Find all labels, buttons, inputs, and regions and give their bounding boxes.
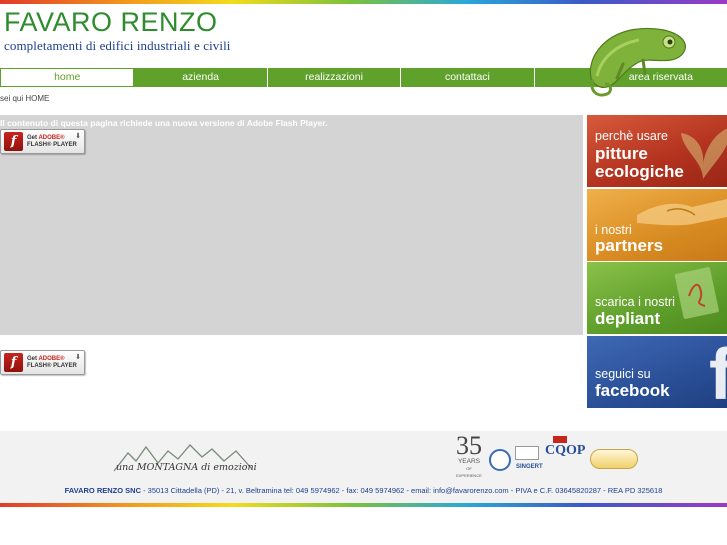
get-flash-player-button-2[interactable]: f Get ADOBE® FLASH® PLAYER ⬇ (0, 350, 85, 375)
footer: una MONTAGNA di emozioni 35 YEARS OF EXP… (0, 431, 727, 503)
nav-contattaci[interactable]: contattaci (401, 68, 535, 87)
flash-placeholder: Il contenuto di questa pagina richiede u… (0, 115, 583, 335)
flash-player-icon: f (4, 132, 23, 151)
top-color-strip (0, 0, 727, 4)
pdf-icon (674, 267, 719, 319)
download-arrow-icon: ⬇ (75, 133, 81, 140)
flash-player-icon: f (4, 353, 23, 372)
banner-pitture-ecologiche[interactable]: perchè usare pitture ecologiche (587, 115, 727, 187)
singert-badge-icon (515, 446, 545, 460)
cqop-flag-icon (553, 436, 567, 443)
company-name: FAVARO RENZO (4, 7, 218, 37)
nav-realizzazioni[interactable]: realizzazioni (267, 68, 402, 87)
banner-facebook[interactable]: f seguici su facebook (587, 336, 727, 408)
footer-contact-info: FAVARO RENZO SNC - 35013 Cittadella (PD)… (0, 486, 727, 495)
cqop-logo: CQOP (545, 443, 586, 458)
footer-company: FAVARO RENZO SNC (64, 486, 141, 495)
years-experience-badge: 35 YEARS OF EXPERIENCE (456, 431, 482, 479)
company-tagline: completamenti di edifici industriali e c… (4, 38, 231, 53)
singert-label: SINGERT (516, 464, 543, 470)
banner-partners[interactable]: i nostri partners (587, 189, 727, 261)
banner-depliant[interactable]: scarica i nostri depliant (587, 262, 727, 334)
nav-home[interactable]: home (0, 68, 135, 87)
handshake-icon (637, 199, 727, 226)
company-logo[interactable]: FAVARO RENZO completamenti di edifici in… (4, 7, 231, 54)
bottom-color-strip (0, 503, 727, 507)
flash-required-message: Il contenuto di questa pagina richiede u… (0, 118, 328, 128)
quality-system-badge-icon (590, 449, 642, 469)
download-arrow-icon: ⬇ (75, 354, 81, 361)
breadcrumb: sei qui HOME (0, 94, 50, 103)
montagna-tagline: una MONTAGNA di emozioni (116, 462, 257, 473)
facebook-icon: f (709, 336, 727, 408)
nav-azienda[interactable]: azienda (134, 68, 268, 87)
chameleon-mascot-icon (589, 27, 686, 97)
footer-address: - 35013 Cittadella (PD) - 21, v. Beltram… (141, 486, 663, 495)
certification-badge-icon (489, 449, 511, 471)
get-flash-player-button[interactable]: f Get ADOBE® FLASH® PLAYER ⬇ (0, 129, 85, 154)
